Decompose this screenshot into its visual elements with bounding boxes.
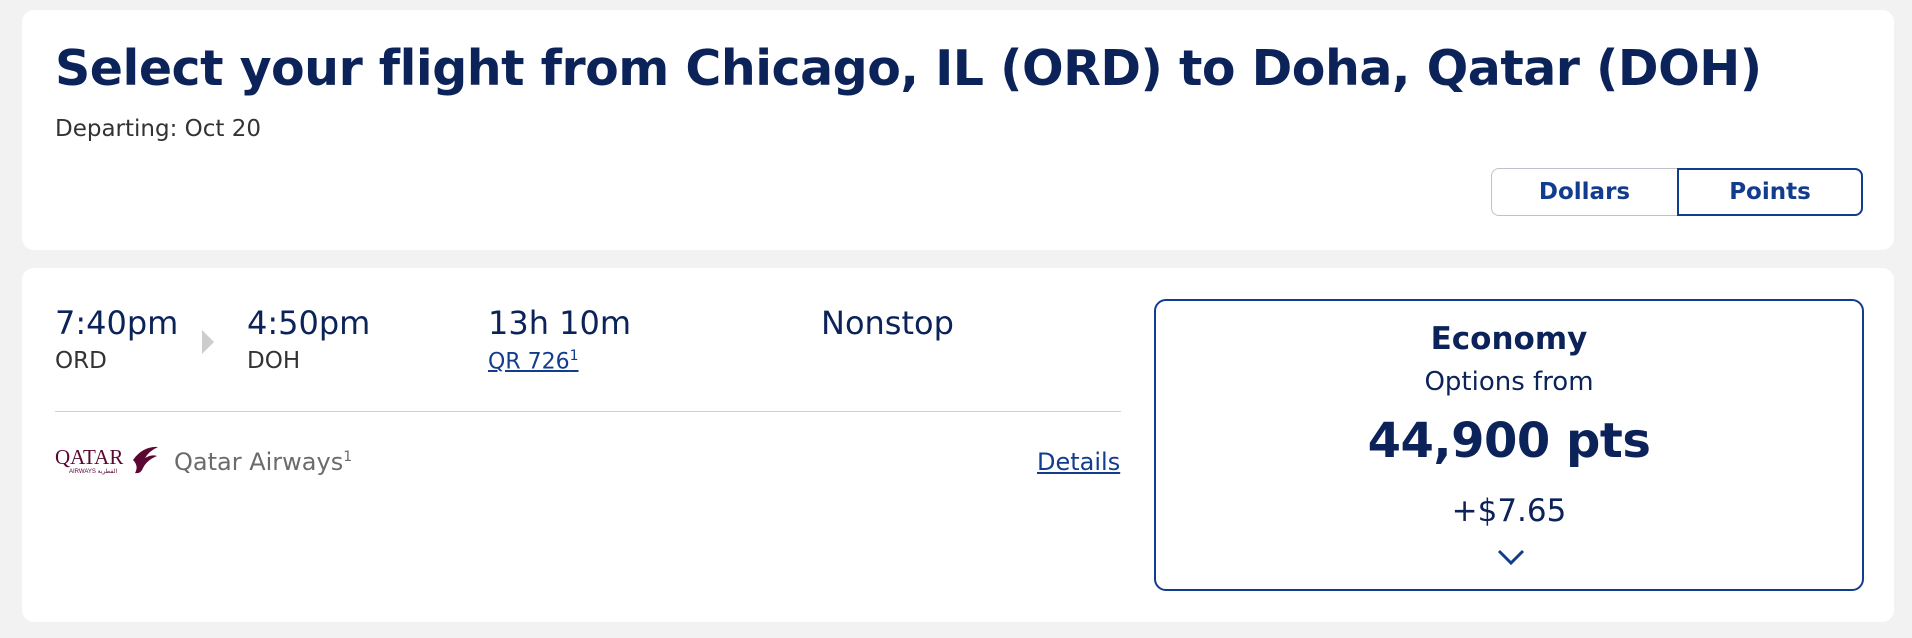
logo-wordmark: QATAR xyxy=(55,445,123,469)
departing-label: Departing: xyxy=(55,116,178,142)
details-link[interactable]: Details xyxy=(1037,448,1120,476)
fare-fee: +$7.65 xyxy=(1451,493,1567,529)
departure-time: 7:40pm xyxy=(55,304,179,342)
economy-fare-option[interactable]: Economy Options from 44,900 pts +$7.65 xyxy=(1154,299,1864,591)
flight-duration: 13h 10m xyxy=(488,304,632,342)
departing-value: Oct 20 xyxy=(184,116,262,142)
oryx-icon xyxy=(133,446,158,474)
airline-name: Qatar Airways1 xyxy=(174,448,352,476)
page-title: Select your flight from Chicago, IL (ORD… xyxy=(55,40,1762,97)
stops-label: Nonstop xyxy=(821,304,954,342)
flight-result-card: 7:40pm ORD 4:50pm DOH 13h 10m QR 7261 No… xyxy=(22,268,1894,622)
chevron-down-icon[interactable] xyxy=(1496,547,1526,567)
dollars-toggle-button[interactable]: Dollars xyxy=(1491,168,1677,216)
departure-airport-code: ORD xyxy=(55,348,107,374)
fare-cabin-label: Economy xyxy=(1430,321,1588,357)
qatar-airways-logo: QATAR AIRWAYS القطرية xyxy=(55,445,158,475)
route-arrow-icon xyxy=(202,330,214,354)
flight-number-link[interactable]: QR 7261 xyxy=(488,348,579,374)
fare-options-label: Options from xyxy=(1424,367,1594,397)
divider xyxy=(55,411,1121,412)
fare-points-price: 44,900 pts xyxy=(1367,413,1651,469)
airline-name-text: Qatar Airways xyxy=(174,448,344,476)
flight-search-header: Select your flight from Chicago, IL (ORD… xyxy=(22,10,1894,250)
currency-toggle: Dollars Points xyxy=(1491,168,1863,216)
points-toggle-button[interactable]: Points xyxy=(1677,168,1863,216)
arrival-time: 4:50pm xyxy=(247,304,371,342)
airline-footnote: 1 xyxy=(343,449,353,465)
departing-date: Departing: Oct 20 xyxy=(55,116,261,142)
logo-subtext: AIRWAYS القطرية xyxy=(69,468,118,475)
flight-number-text: QR 726 xyxy=(488,349,570,375)
arrival-airport-code: DOH xyxy=(247,348,301,374)
flight-number-footnote: 1 xyxy=(569,348,579,364)
